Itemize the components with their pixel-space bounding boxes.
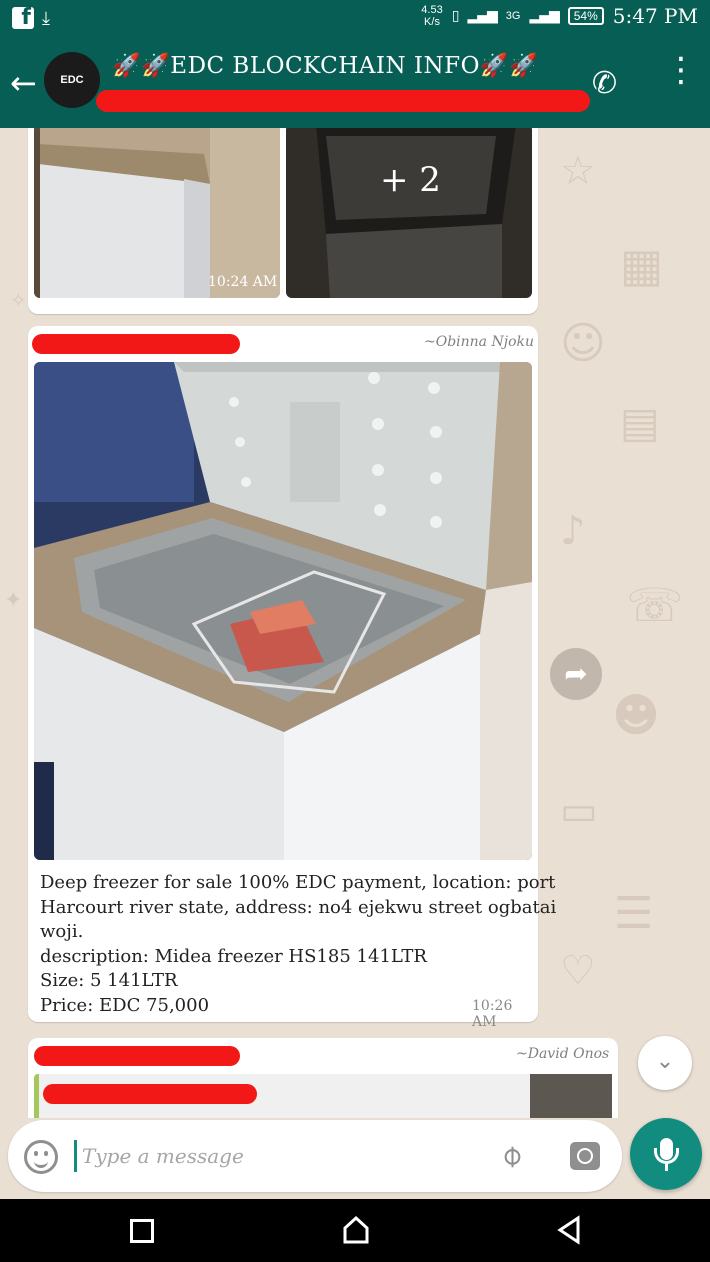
message-timestamp: 10:26 AM bbox=[472, 998, 513, 1030]
network-speed-unit: K/s bbox=[424, 16, 440, 28]
caption-line-2: Harcourt river state, address: no4 ejekw… bbox=[40, 896, 557, 918]
caption-line-6: Price: EDC 75,000 bbox=[40, 994, 210, 1016]
sender-name[interactable]: ~Obinna Njoku bbox=[424, 334, 534, 350]
signal-icon: ▂▄▆ bbox=[467, 8, 497, 24]
mic-icon-arc bbox=[654, 1148, 679, 1164]
chat-header: ← EDC 🚀🚀EDC BLOCKCHAIN INFO🚀🚀 ✆ ⋮ bbox=[0, 38, 710, 128]
facebook-icon bbox=[12, 5, 34, 30]
freezer-photo-1[interactable]: 10:24 AM bbox=[34, 128, 280, 298]
sale-caption: Deep freezer for sale 100% EDC payment, … bbox=[40, 871, 557, 1018]
redacted-phone-number bbox=[32, 334, 240, 354]
caption-line-1: Deep freezer for sale 100% EDC payment, … bbox=[40, 872, 556, 893]
emoji-icon[interactable] bbox=[24, 1140, 58, 1174]
sale-message-bubble[interactable]: ~Obinna Njoku Deep freezer for sale 100%… bbox=[28, 326, 557, 1030]
redacted-participants bbox=[96, 90, 590, 112]
nav-recents-icon[interactable] bbox=[130, 1219, 154, 1243]
doodle-document-icon: ▤ bbox=[620, 398, 660, 447]
network-speed-value: 4.53 bbox=[421, 4, 443, 16]
chat-area[interactable]: ☆ ▦ ☺ ▤ ♪ ☏ ☻ ▭ ☰ ♡ ✧ ✦ 10:24 AM + 2 ~Ob… bbox=[0, 128, 710, 1118]
doodle-ticket-icon: ▭ bbox=[560, 788, 598, 834]
doodle-burger-icon: ☰ bbox=[614, 888, 654, 939]
system-nav-bar bbox=[0, 1199, 710, 1262]
redacted-quoted-sender bbox=[43, 1084, 257, 1104]
caption-line-5: Size: 5 141LTR bbox=[40, 970, 178, 991]
signal-icon-2: ▂▄▆ bbox=[529, 8, 559, 24]
freezer-main-photo[interactable] bbox=[34, 362, 532, 860]
mic-icon-stem bbox=[665, 1164, 668, 1171]
freezer-main-photo-image bbox=[34, 362, 532, 860]
sender-name-2[interactable]: ~David Onos bbox=[516, 1046, 609, 1062]
more-images-count: + 2 bbox=[380, 160, 441, 200]
notification-icons: ⤓ bbox=[12, 5, 50, 30]
camera-icon[interactable] bbox=[570, 1142, 600, 1170]
add-call-icon[interactable]: ✆ bbox=[592, 66, 617, 101]
network-speed: 4.53 K/s bbox=[421, 4, 442, 28]
back-arrow-icon[interactable]: ← bbox=[10, 64, 37, 102]
group-avatar[interactable]: EDC bbox=[44, 52, 100, 108]
scroll-down-icon[interactable]: ⌄ bbox=[638, 1036, 692, 1090]
freezer-photo-1-image bbox=[34, 128, 280, 298]
caption-line-3: woji. bbox=[40, 921, 84, 942]
download-icon: ⤓ bbox=[42, 7, 50, 29]
doodle-star-icon: ☆ bbox=[560, 148, 596, 194]
image-message-bubble[interactable]: 10:24 AM + 2 bbox=[28, 128, 538, 314]
group-title[interactable]: 🚀🚀EDC BLOCKCHAIN INFO🚀🚀 bbox=[112, 52, 538, 79]
message-composer: ⌀ bbox=[8, 1120, 622, 1192]
nav-home-icon[interactable] bbox=[342, 1215, 370, 1245]
doodle-face-icon: ☺ bbox=[560, 318, 606, 369]
freezer-photo-2-image bbox=[286, 128, 532, 298]
doodle-bell-icon: ♪ bbox=[560, 508, 586, 554]
system-indicators: 4.53 K/s ▯ ▂▄▆ 3G ▂▄▆ 54% 5:47 PM bbox=[421, 4, 698, 28]
doodle-dot-icon-2: ✦ bbox=[4, 588, 23, 613]
quoted-message[interactable] bbox=[34, 1074, 612, 1118]
network-type: 3G bbox=[505, 10, 521, 22]
attach-icon[interactable]: ⌀ bbox=[492, 1137, 530, 1175]
quoted-thumbnail bbox=[530, 1074, 612, 1118]
status-bar: ⤓ 4.53 K/s ▯ ▂▄▆ 3G ▂▄▆ 54% 5:47 PM bbox=[0, 0, 710, 38]
doodle-dot-icon: ✧ bbox=[10, 288, 27, 312]
redacted-phone-number-2 bbox=[34, 1046, 240, 1066]
clock: 5:47 PM bbox=[612, 4, 698, 28]
forward-icon[interactable]: ➦ bbox=[550, 648, 602, 700]
more-options-icon[interactable]: ⋮ bbox=[664, 53, 698, 87]
doodle-calendar-icon: ▦ bbox=[620, 238, 664, 292]
mic-button[interactable] bbox=[630, 1118, 702, 1190]
battery-indicator: 54% bbox=[567, 7, 604, 25]
nav-back-icon[interactable] bbox=[556, 1215, 582, 1245]
message-input[interactable] bbox=[82, 1138, 482, 1174]
caption-line-4: description: Midea freezer HS185 141LTR bbox=[40, 945, 427, 967]
vibrate-icon: ▯ bbox=[451, 8, 460, 24]
avatar-label: EDC bbox=[60, 74, 84, 86]
doodle-heart-icon: ♡ bbox=[560, 948, 596, 994]
text-cursor bbox=[74, 1140, 77, 1172]
image-timestamp: 10:24 AM bbox=[208, 274, 278, 290]
reply-message-bubble[interactable]: ~David Onos bbox=[28, 1038, 618, 1118]
freezer-photo-2[interactable]: + 2 bbox=[286, 128, 532, 298]
doodle-chat-icon: ☏ bbox=[626, 578, 684, 632]
doodle-person-icon: ☻ bbox=[612, 688, 660, 742]
